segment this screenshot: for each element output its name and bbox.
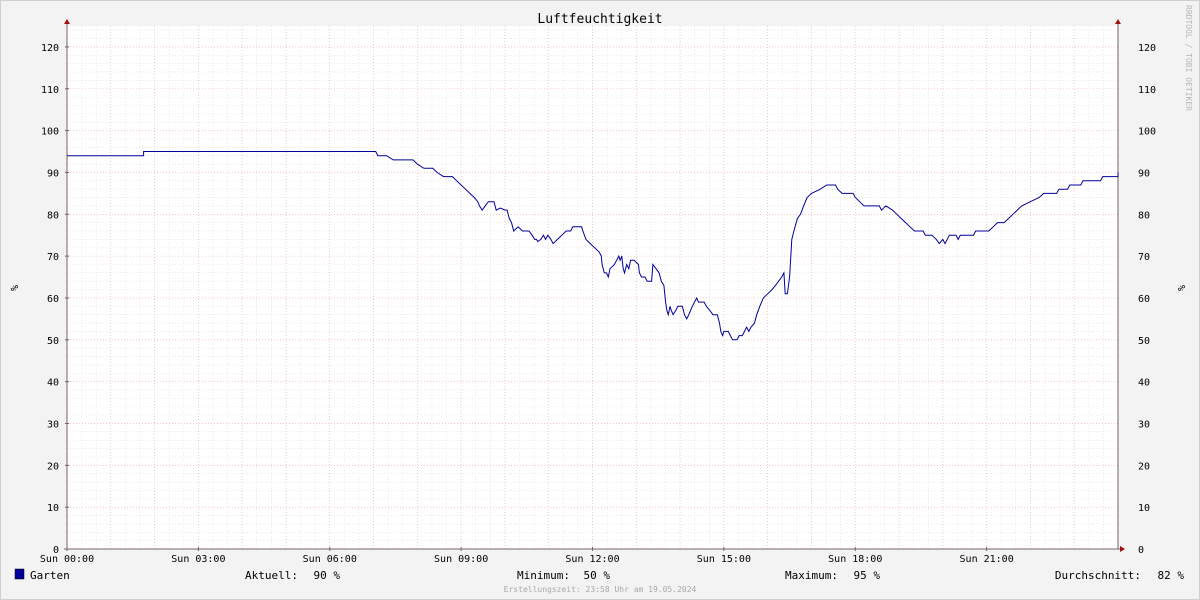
y-tick-label-left: 110: [41, 85, 59, 96]
x-tick-label: Sun 03:00: [171, 554, 225, 565]
x-tick-label: Sun 15:00: [697, 554, 751, 565]
x-tick-label: Sun 00:00: [40, 554, 94, 565]
y-tick-label-left: 40: [47, 378, 59, 389]
x-tick-label: Sun 09:00: [434, 554, 488, 565]
stat-average-value: 82 %: [1158, 569, 1185, 582]
y-tick-label-left: 10: [47, 503, 59, 514]
stat-current-value: 90 %: [314, 569, 341, 582]
y-tick-label-right: 30: [1138, 419, 1150, 430]
humidity-chart: Luftfeuchtigkeit 0 10 20 30 40 50 60 70 80 90 100 1…: [8, 5, 1193, 594]
y-tick-label-right: 60: [1138, 294, 1150, 305]
y-tick-label-left: 90: [47, 168, 59, 179]
x-tick-label: Sun 12:00: [565, 554, 619, 565]
x-tick-label: Sun 06:00: [303, 554, 357, 565]
legend-series-label: Garten: [30, 569, 70, 582]
y-tick-label-left: 70: [47, 252, 59, 263]
watermark: RRDTOOL / TOBI OETIKER: [1184, 5, 1193, 111]
y-axis-right-arrow: [1115, 19, 1121, 24]
y-tick-label-right: 90: [1138, 168, 1150, 179]
y-axis-label-left: %: [8, 285, 19, 291]
y-tick-label-right: 120: [1138, 43, 1156, 54]
y-tick-label-right: 40: [1138, 378, 1150, 389]
y-tick-label-left: 20: [47, 461, 59, 472]
x-axis-ticks: Sun 00:00 Sun 03:00 Sun 06:00 Sun 09:00 Sun …: [40, 547, 1014, 565]
y-tick-label-left: 60: [47, 294, 59, 305]
x-tick-label: Sun 21:00: [960, 554, 1014, 565]
stat-maximum-label: Maximum:: [785, 569, 838, 582]
y-axis-left-arrow: [64, 19, 70, 24]
y-tick-label-right: 80: [1138, 210, 1150, 221]
y-tick-label-left: 120: [41, 43, 59, 54]
stat-minimum-label: Minimum:: [517, 569, 570, 582]
footer-timestamp: Erstellungszeit: 23:58 Uhr am 19.05.2024: [504, 585, 697, 594]
stat-average-label: Durchschnitt:: [1055, 569, 1141, 582]
y-axis-left-ticks: 0102030405060708090100110120: [41, 43, 69, 556]
y-axis-right-ticks: 0 10 20 30 40 50 60 70 80 90 100 110 120: [1138, 43, 1156, 556]
y-tick-label-right: 70: [1138, 252, 1150, 263]
chart-title: Luftfeuchtigkeit: [537, 12, 662, 27]
y-tick-label-right: 0: [1138, 545, 1144, 556]
y-tick-label-left: 80: [47, 210, 59, 221]
y-tick-label-right: 20: [1138, 461, 1150, 472]
y-tick-label-right: 10: [1138, 503, 1150, 514]
y-tick-label-right: 110: [1138, 85, 1156, 96]
y-axis-label-right: %: [1175, 285, 1186, 291]
x-tick-label: Sun 18:00: [828, 554, 882, 565]
legend-swatch: [14, 568, 25, 580]
y-tick-label-left: 100: [41, 127, 59, 138]
y-tick-label-left: 50: [47, 336, 59, 347]
y-tick-label-right: 50: [1138, 336, 1150, 347]
stat-minimum-value: 50 %: [584, 569, 611, 582]
y-tick-label-right: 100: [1138, 127, 1156, 138]
stat-current-label: Aktuell:: [245, 569, 298, 582]
x-axis-arrow: [1120, 546, 1125, 552]
y-tick-label-left: 30: [47, 419, 59, 430]
stat-maximum-value: 95 %: [854, 569, 881, 582]
